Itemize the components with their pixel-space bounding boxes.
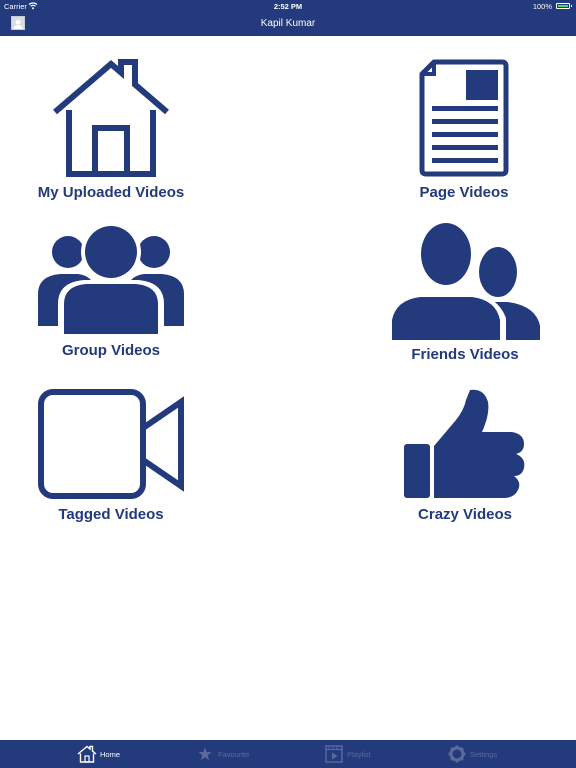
tab-favourite[interactable]: Favourite [144,740,288,768]
friends-videos-tile[interactable]: Friends Videos [355,222,575,363]
thumbs-up-icon [404,389,525,498]
crazy-videos-label: Crazy Videos [418,506,512,523]
tab-playlist[interactable]: Playlist [288,740,432,768]
document-icon [419,59,509,177]
battery-percentage: 100% [532,2,552,11]
friends-icon [390,222,540,340]
tab-settings[interactable]: Settings [432,740,576,768]
tab-favourite-label: Favourite [218,750,250,759]
crazy-videos-tile[interactable]: Crazy Videos [355,388,575,523]
my-uploaded-videos-label: My Uploaded Videos [37,184,185,201]
page-title: Kapil Kumar [260,18,316,29]
tab-home-label: Home [100,750,121,759]
home-icon [77,745,97,763]
page-videos-tile[interactable]: Page Videos [354,58,574,201]
tab-playlist-label: Playlist [347,750,371,759]
status-bar: Carrier 2:52 PM 100% [0,0,576,13]
star-icon [198,747,212,760]
group-videos-label: Group Videos [61,342,161,359]
tagged-videos-label: Tagged Videos [58,506,164,523]
nav-bar: Kapil Kumar [0,13,576,36]
tab-bar: Home Favourite Playlist Settings [0,740,576,768]
tab-home[interactable]: Home [0,740,144,768]
group-videos-tile[interactable]: Group Videos [1,222,221,359]
battery-icon [556,3,570,9]
page-videos-label: Page Videos [419,184,509,201]
friends-videos-label: Friends Videos [411,346,519,363]
tagged-videos-tile[interactable]: Tagged Videos [1,388,221,523]
group-icon [38,222,184,336]
my-uploaded-videos-tile[interactable]: My Uploaded Videos [1,58,221,201]
video-camera-icon [38,389,184,499]
film-icon [325,745,343,763]
house-icon [53,59,169,177]
battery-tip [570,5,572,7]
gear-icon [448,745,466,763]
clock: 2:52 PM [273,2,303,11]
tab-settings-label: Settings [470,750,498,759]
